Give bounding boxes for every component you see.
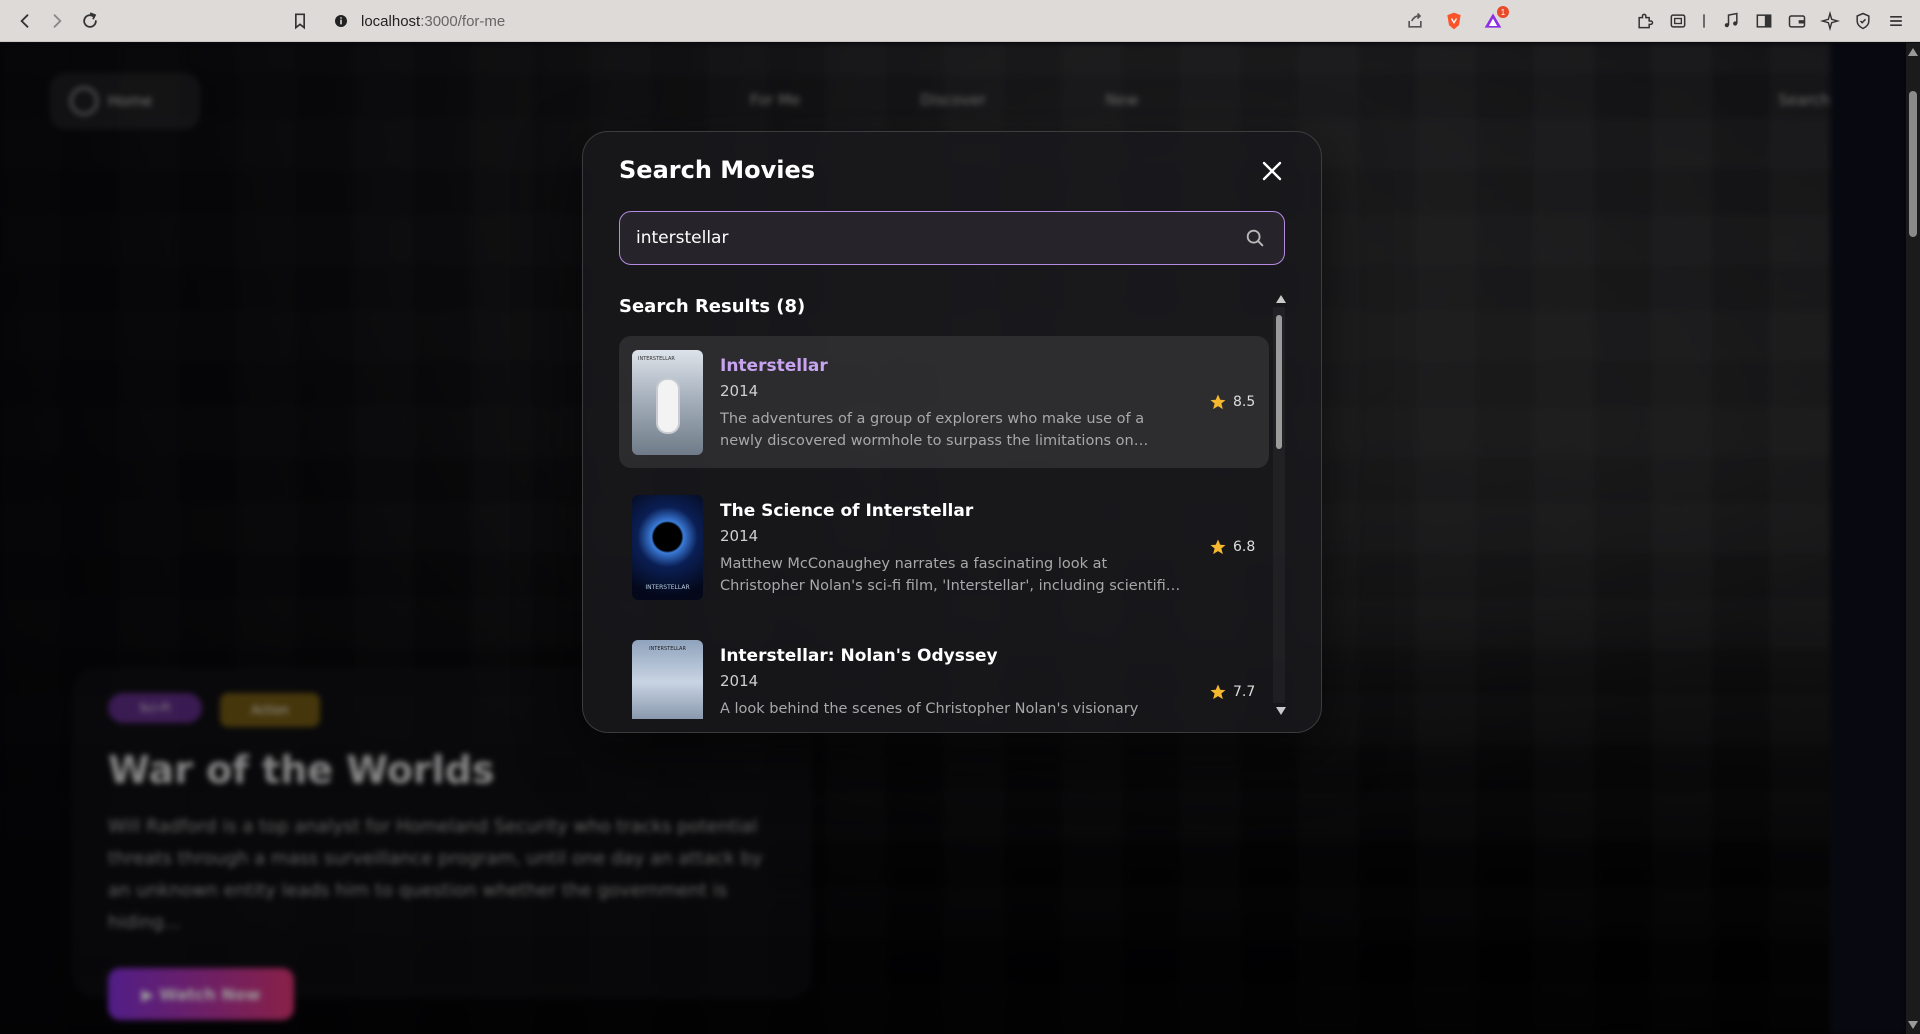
url-path: :3000/for-me bbox=[420, 12, 506, 30]
result-item[interactable]: INTERSTELLAR The Science of Interstellar… bbox=[619, 481, 1269, 613]
results-heading: Search Results (8) bbox=[619, 296, 806, 317]
modal-title: Search Movies bbox=[619, 156, 816, 184]
result-item[interactable]: INTERSTELLAR Interstellar: Nolan's Odyss… bbox=[619, 626, 1269, 719]
result-year: 2014 bbox=[720, 382, 759, 400]
movie-poster: INTERSTELLAR bbox=[632, 495, 703, 600]
scroll-up-arrow[interactable] bbox=[1276, 295, 1286, 303]
close-icon bbox=[1262, 161, 1282, 181]
address-bar[interactable]: localhost:3000/for-me bbox=[333, 0, 505, 42]
movie-poster: INTERSTELLAR bbox=[632, 350, 703, 455]
result-description: The adventures of a group of explorers w… bbox=[720, 411, 1145, 449]
url-host: localhost bbox=[361, 12, 421, 30]
browser-toolbar: localhost:3000/for-me 1 bbox=[0, 0, 1920, 42]
result-year: 2014 bbox=[720, 672, 759, 690]
wallet-icon[interactable] bbox=[1786, 0, 1808, 42]
poster-label: INTERSTELLAR bbox=[638, 356, 675, 362]
result-rating: 6.8 bbox=[1209, 538, 1255, 556]
result-description: A look behind the scenes of Christopher … bbox=[720, 701, 1139, 717]
search-box bbox=[619, 211, 1285, 265]
toolbar-divider bbox=[1700, 0, 1708, 42]
poster-astronaut bbox=[658, 380, 678, 432]
rating-value: 6.8 bbox=[1233, 539, 1256, 555]
scroll-down-arrow[interactable] bbox=[1908, 1021, 1918, 1029]
poster-label: INTERSTELLAR bbox=[645, 584, 690, 591]
search-icon[interactable] bbox=[1244, 227, 1266, 249]
poster-label: INTERSTELLAR bbox=[649, 646, 686, 652]
result-item[interactable]: INTERSTELLAR Interstellar 2014 The adven… bbox=[619, 336, 1269, 468]
vpn-shield-icon[interactable] bbox=[1852, 0, 1874, 42]
result-description: Matthew McConaughey narrates a fascinati… bbox=[720, 556, 1174, 594]
forward-icon[interactable] bbox=[46, 0, 68, 42]
site-info-icon[interactable] bbox=[333, 13, 349, 29]
sidebar-icon[interactable] bbox=[1753, 0, 1775, 42]
rating-value: 7.7 bbox=[1233, 684, 1256, 700]
screenshot-icon[interactable] bbox=[1667, 0, 1689, 42]
close-button[interactable] bbox=[1255, 154, 1289, 188]
result-title: Interstellar: Nolan's Odyssey bbox=[720, 646, 998, 666]
rating-value: 8.5 bbox=[1233, 394, 1256, 410]
search-modal: Search Movies Search Results (8) INTERST… bbox=[582, 131, 1322, 733]
results-scrollbar[interactable] bbox=[1273, 295, 1287, 715]
scroll-down-arrow[interactable] bbox=[1276, 707, 1286, 715]
search-input[interactable] bbox=[636, 212, 1226, 263]
page-scrollbar[interactable] bbox=[1906, 43, 1920, 1034]
notification-badge: 1 bbox=[1497, 6, 1509, 18]
bookmark-icon[interactable] bbox=[289, 0, 311, 42]
scrollbar-thumb[interactable] bbox=[1276, 315, 1282, 449]
result-rating: 8.5 bbox=[1209, 393, 1255, 411]
menu-icon[interactable] bbox=[1885, 0, 1907, 42]
brave-shield-icon[interactable] bbox=[1443, 0, 1465, 42]
star-icon bbox=[1210, 684, 1226, 700]
extensions-icon[interactable] bbox=[1634, 0, 1656, 42]
back-icon[interactable] bbox=[14, 0, 36, 42]
music-icon[interactable] bbox=[1720, 0, 1742, 42]
result-rating: 7.7 bbox=[1209, 683, 1255, 701]
scrollbar-thumb[interactable] bbox=[1909, 91, 1917, 237]
result-title: Interstellar bbox=[720, 356, 828, 376]
leo-ai-icon[interactable] bbox=[1819, 0, 1841, 42]
star-icon bbox=[1210, 394, 1226, 410]
star-icon bbox=[1210, 539, 1226, 555]
scroll-up-arrow[interactable] bbox=[1908, 48, 1918, 56]
reload-icon[interactable] bbox=[79, 0, 101, 42]
result-title: The Science of Interstellar bbox=[720, 501, 974, 521]
result-year: 2014 bbox=[720, 527, 759, 545]
share-icon[interactable] bbox=[1404, 0, 1426, 42]
movie-poster: INTERSTELLAR bbox=[632, 640, 703, 719]
results-list: INTERSTELLAR Interstellar 2014 The adven… bbox=[619, 336, 1271, 719]
